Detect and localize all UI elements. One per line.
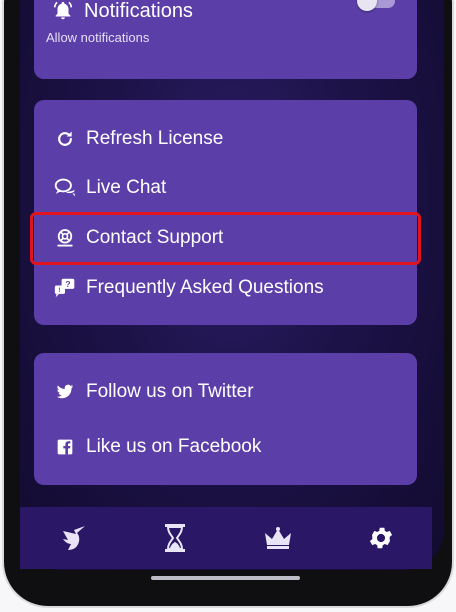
notifications-subtitle: Allow notifications (46, 30, 150, 45)
notifications-title: Notifications (84, 0, 193, 22)
live-chat-label: Live Chat (86, 177, 167, 198)
notifications-row: Notifications (52, 0, 193, 23)
nav-unicorn[interactable] (52, 518, 92, 558)
twitter-item[interactable]: Follow us on Twitter (34, 370, 417, 414)
notifications-card: Notifications Allow notifications (34, 0, 417, 79)
faq-item[interactable]: ? ! Frequently Asked Questions (34, 266, 417, 310)
nav-settings[interactable] (361, 518, 401, 558)
nav-hourglass[interactable] (155, 518, 195, 558)
nav-crown[interactable] (258, 518, 298, 558)
bell-icon (52, 0, 74, 22)
svg-text:?: ? (65, 279, 70, 289)
hourglass-icon (164, 523, 186, 553)
lifebuoy-icon (54, 227, 76, 249)
refresh-license-item[interactable]: Refresh License (34, 117, 417, 161)
facebook-label: Like us on Facebook (86, 436, 262, 457)
social-card: Follow us on Twitter Like us on Facebook (34, 353, 417, 485)
live-chat-item[interactable]: Live Chat (34, 166, 417, 210)
svg-text:!: ! (58, 287, 60, 294)
home-indicator[interactable] (151, 576, 300, 580)
refresh-license-label: Refresh License (86, 128, 224, 149)
notifications-toggle[interactable] (357, 0, 395, 11)
twitter-label: Follow us on Twitter (86, 381, 254, 402)
twitter-icon (54, 381, 76, 403)
faq-icon: ? ! (54, 277, 76, 299)
unicorn-icon (57, 523, 87, 553)
chat-icon (54, 177, 76, 199)
toggle-knob (357, 0, 377, 11)
faq-label: Frequently Asked Questions (86, 277, 324, 298)
support-card: Refresh License Live Chat Contact Suppor… (34, 100, 417, 325)
refresh-icon (54, 128, 76, 150)
facebook-item[interactable]: Like us on Facebook (34, 425, 417, 469)
contact-support-label: Contact Support (86, 227, 224, 248)
contact-support-item[interactable]: Contact Support (34, 216, 417, 260)
crown-icon (263, 527, 293, 549)
settings-gear-icon (367, 524, 395, 552)
facebook-icon (54, 436, 76, 458)
bottom-navbar (20, 507, 432, 569)
